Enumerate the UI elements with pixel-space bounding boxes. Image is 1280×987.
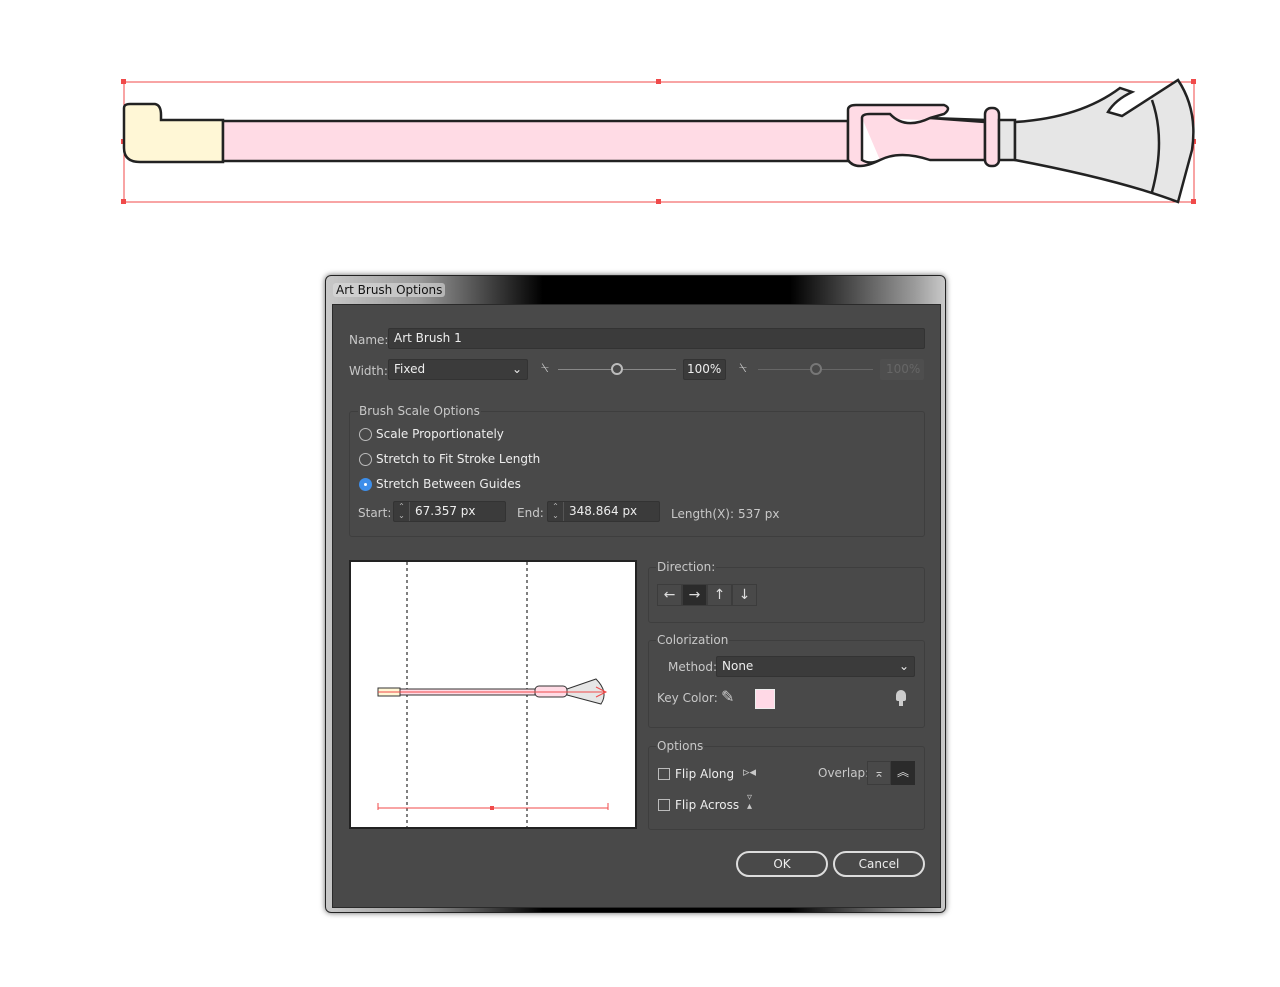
eyedropper-icon[interactable]: ✎ xyxy=(721,687,734,706)
width-percent-input-2-disabled: 100% xyxy=(880,359,924,380)
cancel-button[interactable]: Cancel xyxy=(833,851,925,877)
name-label: Name: xyxy=(349,333,389,347)
method-select[interactable]: None ⌄ xyxy=(716,656,915,677)
width-select-value: Fixed xyxy=(394,362,426,376)
ok-button[interactable]: OK xyxy=(736,851,828,877)
direction-label: Direction: xyxy=(656,560,717,574)
chevron-down-icon: ⌄ xyxy=(898,659,909,673)
tips-lightbulb-icon[interactable] xyxy=(896,690,906,701)
lightbulb-base xyxy=(899,701,903,706)
name-input[interactable]: Art Brush 1 xyxy=(388,328,925,349)
flip-across-label[interactable]: Flip Across xyxy=(675,798,739,812)
end-value: 348.864 px xyxy=(569,504,638,518)
overlap-label: Overlap: xyxy=(818,766,870,780)
stretch-between-guides-label[interactable]: Stretch Between Guides xyxy=(376,477,521,491)
method-label: Method: xyxy=(668,660,718,674)
end-input[interactable]: ⌃ ⌄ 348.864 px xyxy=(547,501,660,522)
flip-across-checkbox[interactable] xyxy=(658,799,670,811)
brush-ring xyxy=(983,106,1001,168)
brush-artwork[interactable] xyxy=(0,0,1280,230)
direction-up-button[interactable]: ↑ xyxy=(707,584,732,606)
brush-shaft xyxy=(221,119,850,163)
width-variation-icon: ⍀ xyxy=(541,361,549,376)
overlap-no-adjust-button[interactable]: ︽ xyxy=(891,761,915,785)
key-color-label: Key Color: xyxy=(657,691,718,705)
width-label: Width: xyxy=(349,364,388,378)
brush-handle-cap xyxy=(122,102,225,164)
overlap-adjust-corners-button[interactable]: ⌅ xyxy=(867,761,891,785)
options-group xyxy=(648,746,925,830)
chevron-down-icon: ⌄ xyxy=(511,362,522,376)
end-label: End: xyxy=(517,506,544,520)
width-select[interactable]: Fixed ⌄ xyxy=(388,359,528,380)
colorization-label: Colorization xyxy=(656,633,730,647)
stretch-to-fit-radio[interactable] xyxy=(359,453,372,466)
stretch-to-fit-label[interactable]: Stretch to Fit Stroke Length xyxy=(376,452,540,466)
brush-scale-options-label: Brush Scale Options xyxy=(358,404,481,418)
width-percent-input[interactable]: 100% xyxy=(683,359,726,380)
dialog-title: Art Brush Options xyxy=(333,283,446,297)
direction-down-button[interactable]: ↓ xyxy=(732,584,757,606)
brush-ferrule xyxy=(846,103,987,168)
options-label: Options xyxy=(656,739,705,753)
scale-proportionately-radio[interactable] xyxy=(359,428,372,441)
flip-along-icon: ▹◂ xyxy=(743,765,757,780)
key-color-swatch[interactable] xyxy=(755,689,775,709)
width-variation-icon-2: ⍀ xyxy=(739,361,747,376)
end-stepper[interactable]: ⌃ ⌄ xyxy=(548,502,564,521)
start-stepper[interactable]: ⌃ ⌄ xyxy=(394,502,410,521)
start-label: Start: xyxy=(358,506,392,520)
length-label: Length(X): xyxy=(671,507,735,521)
brush-preview[interactable] xyxy=(349,560,637,829)
start-value: 67.357 px xyxy=(415,504,476,518)
brush-preview-art xyxy=(377,562,609,827)
direction-button-group: ← → ↑ ↓ xyxy=(657,584,757,606)
flip-along-label[interactable]: Flip Along xyxy=(675,767,734,781)
scale-proportionately-label[interactable]: Scale Proportionately xyxy=(376,427,504,441)
direction-left-button[interactable]: ← xyxy=(657,584,682,606)
dialog-body: Name: Art Brush 1 Width: Fixed ⌄ ⍀ 100% ⍀… xyxy=(332,304,941,908)
direction-right-button[interactable]: → xyxy=(682,584,707,606)
flip-across-icon: ▿ ▴ xyxy=(747,792,753,812)
width-slider-2-thumb xyxy=(810,363,822,375)
start-input[interactable]: ⌃ ⌄ 67.357 px xyxy=(393,501,506,522)
length-value: 537 px xyxy=(738,507,780,521)
colorization-group xyxy=(648,640,925,728)
width-slider-thumb[interactable] xyxy=(611,363,623,375)
stretch-between-guides-radio[interactable] xyxy=(359,478,372,491)
brush-head xyxy=(1013,78,1195,204)
art-brush-options-dialog: Art Brush Options Name: Art Brush 1 Widt… xyxy=(325,275,946,913)
method-select-value: None xyxy=(722,659,754,673)
flip-along-checkbox[interactable] xyxy=(658,768,670,780)
